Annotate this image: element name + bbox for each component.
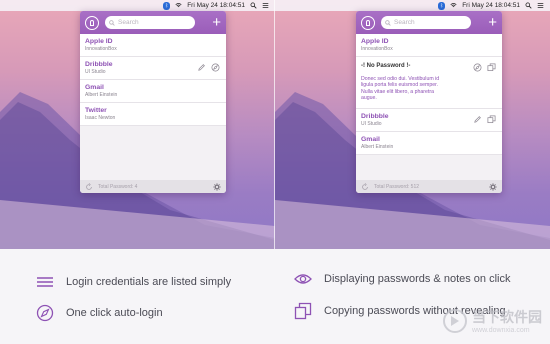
- app-footer: Total Password: 512: [356, 180, 502, 193]
- search-icon: [385, 19, 391, 26]
- right-screenshot-panel: ᛒ Fri May 24 18:04:51 Search + Apple ID …: [275, 0, 550, 249]
- list-item[interactable]: Dribbble UI Studio: [80, 57, 226, 80]
- watermark-logo-icon: [443, 308, 467, 333]
- compass-icon: [36, 304, 54, 322]
- caption-listed: Login credentials are listed simply: [36, 273, 231, 291]
- menu-bar: ᛒ Fri May 24 18:04:51: [0, 0, 275, 11]
- list-item[interactable]: Twitter Isaac Newton: [80, 103, 226, 126]
- add-button[interactable]: +: [212, 15, 221, 30]
- list-item[interactable]: Gmail Albert Einstein: [356, 132, 502, 155]
- search-icon: [109, 19, 115, 26]
- wifi-icon[interactable]: [450, 2, 457, 9]
- refresh-icon[interactable]: [85, 182, 93, 191]
- item-title: Gmail: [361, 136, 380, 143]
- eye-icon: [294, 274, 312, 284]
- menu-bar: ᛒ Fri May 24 18:04:51: [275, 0, 550, 11]
- item-subtitle: InnovationBox: [85, 46, 117, 52]
- search-input[interactable]: Search: [105, 16, 195, 29]
- item-title: Gmail: [85, 84, 104, 91]
- entry-note: Donec sed odio dui. Vestibulum id ligula…: [361, 76, 440, 102]
- item-subtitle: Isaac Newton: [85, 115, 116, 121]
- list-icon[interactable]: [537, 2, 544, 9]
- item-title: Twitter: [85, 107, 107, 114]
- compass-login-icon[interactable]: [473, 63, 482, 72]
- list-item[interactable]: Apple ID InnovationBox: [80, 34, 226, 57]
- search-icon[interactable]: [250, 2, 257, 9]
- list-lines-icon: [37, 277, 53, 287]
- total-password-count: Total Password: 512: [374, 183, 420, 190]
- feature-captions: Login credentials are listed simply One …: [0, 249, 550, 344]
- list-item[interactable]: Gmail Albert Einstein: [80, 80, 226, 103]
- password-list: Apple ID InnovationBox Dribbble UI Studi…: [80, 34, 226, 126]
- item-subtitle: InnovationBox: [361, 46, 393, 52]
- password-list: Apple ID InnovationBox -! No Password !-…: [356, 34, 502, 155]
- item-title: Apple ID: [361, 38, 389, 45]
- add-button[interactable]: +: [488, 15, 497, 30]
- caption-display: Displaying passwords & notes on click: [294, 270, 510, 288]
- lock-logo-icon: [361, 15, 375, 30]
- item-subtitle: Albert Einstein: [361, 144, 394, 150]
- wifi-icon[interactable]: [175, 2, 182, 9]
- copy-icon[interactable]: [487, 115, 496, 124]
- left-screenshot-panel: ᛒ Fri May 24 18:04:51 Search + Apple ID …: [0, 0, 275, 249]
- edit-pencil-icon[interactable]: [197, 63, 206, 72]
- caption-text: One click auto-login: [66, 307, 163, 319]
- search-placeholder: Search: [118, 19, 139, 26]
- item-subtitle: Albert Einstein: [85, 92, 118, 98]
- caption-text: Login credentials are listed simply: [66, 276, 232, 288]
- item-title: Apple ID: [85, 38, 113, 45]
- bluetooth-icon[interactable]: ᛒ: [438, 1, 446, 10]
- app-footer: Total Password: 4: [80, 180, 226, 193]
- total-password-count: Total Password: 4: [98, 183, 138, 190]
- menubar-clock: Fri May 24 18:04:51: [462, 2, 520, 9]
- list-icon[interactable]: [262, 2, 269, 9]
- list-item[interactable]: Dribbble UI Studio: [356, 109, 502, 132]
- expanded-entry[interactable]: -! No Password !- Donec sed odio dui. Ve…: [356, 57, 502, 109]
- compass-login-icon[interactable]: [211, 63, 220, 72]
- search-icon[interactable]: [525, 2, 532, 9]
- edit-pencil-icon[interactable]: [473, 115, 482, 124]
- password-manager-window: Search + Apple ID InnovationBox -! No Pa…: [356, 11, 502, 193]
- watermark-url: www.downxia.com: [472, 327, 530, 334]
- gear-icon[interactable]: [489, 182, 497, 191]
- bluetooth-icon[interactable]: ᛒ: [163, 1, 171, 10]
- search-input[interactable]: Search: [381, 16, 471, 29]
- app-header: Search +: [80, 11, 226, 34]
- list-item[interactable]: Apple ID InnovationBox: [356, 34, 502, 57]
- password-manager-window: Search + Apple ID InnovationBox Dribbble…: [80, 11, 226, 193]
- app-header: Search +: [356, 11, 502, 34]
- copy-icon: [294, 302, 312, 320]
- caption-autologin: One click auto-login: [36, 304, 163, 322]
- watermark: 当下软件园 www.downxia.com: [442, 307, 542, 334]
- search-placeholder: Search: [394, 19, 415, 26]
- gear-icon[interactable]: [213, 182, 221, 191]
- watermark-name: 当下软件园: [472, 309, 542, 325]
- lock-logo-icon: [85, 15, 99, 30]
- copy-icon[interactable]: [487, 63, 496, 72]
- menubar-clock: Fri May 24 18:04:51: [187, 2, 245, 9]
- refresh-icon[interactable]: [361, 182, 369, 191]
- caption-text: Displaying passwords & notes on click: [324, 273, 511, 285]
